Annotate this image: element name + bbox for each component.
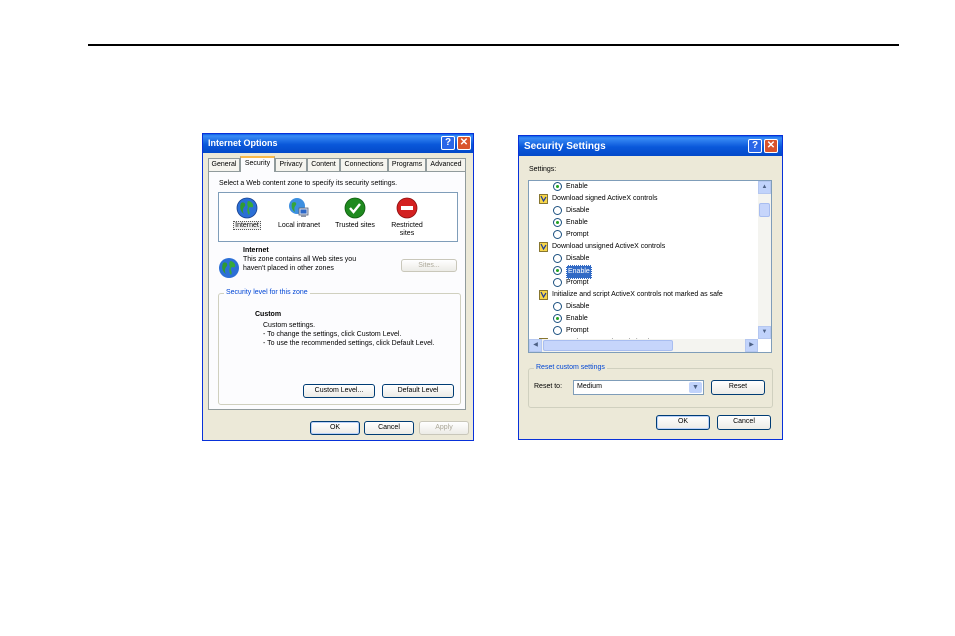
close-button[interactable]: ✕ — [457, 136, 471, 150]
setting-category-label: Initialize and script ActiveX controls n… — [552, 291, 723, 298]
zone-label: Local intranet — [277, 222, 321, 229]
zone-list: Internet Local intranet Trusted sites Re… — [218, 192, 458, 242]
radio-button[interactable] — [553, 302, 562, 311]
radio-button[interactable] — [553, 266, 562, 275]
cancel-button[interactable]: Cancel — [364, 421, 414, 435]
reset-to-value: Medium — [577, 383, 602, 390]
tab-programs[interactable]: Programs — [388, 158, 426, 171]
reset-to-select[interactable]: Medium ▼ — [573, 380, 704, 395]
help-button[interactable]: ? — [748, 139, 762, 153]
scroll-left-button[interactable]: ◀ — [529, 339, 542, 352]
zone-info-line2: haven't placed in other zones — [243, 265, 334, 272]
page-header-rule — [88, 44, 899, 46]
setting-category-icon — [539, 290, 548, 300]
zone-info-name: Internet — [243, 247, 269, 254]
security-level-legend: Security level for this zone — [224, 289, 310, 296]
scroll-thumb[interactable] — [759, 203, 770, 217]
scroll-right-button[interactable]: ▶ — [745, 339, 758, 352]
reset-legend: Reset custom settings — [534, 364, 607, 371]
internet-options-window: Internet Options ? ✕ General Security Pr… — [202, 133, 474, 441]
security-level-group: Security level for this zone Custom Cust… — [218, 289, 461, 405]
level-line-1: Custom settings. — [263, 322, 316, 329]
radio-button[interactable] — [553, 230, 562, 239]
horizontal-scrollbar[interactable]: ◀ ▶ — [529, 339, 758, 352]
sites-button[interactable]: Sites... — [401, 259, 457, 272]
reset-button[interactable]: Reset — [711, 380, 765, 395]
close-button[interactable]: ✕ — [764, 139, 778, 153]
reset-group: Reset custom settings Reset to: Medium ▼… — [528, 364, 773, 408]
cancel-button[interactable]: Cancel — [717, 415, 771, 430]
scroll-down-button[interactable]: ▼ — [758, 326, 771, 339]
internet-options-titlebar[interactable]: Internet Options ? ✕ — [203, 134, 473, 153]
settings-list: Enable Download signed ActiveX controls Di… — [528, 180, 772, 353]
scroll-thumb[interactable] — [543, 340, 673, 351]
setting-category-icon — [539, 242, 548, 252]
setting-option-label: Disable — [566, 255, 590, 262]
default-level-button[interactable]: Default Level — [382, 384, 454, 398]
ok-button[interactable]: OK — [656, 415, 710, 430]
zone-instruction: Select a Web content zone to specify its… — [219, 180, 398, 187]
radio-button[interactable] — [553, 278, 562, 287]
tab-advanced[interactable]: Advanced — [426, 158, 466, 171]
radio-button[interactable] — [553, 326, 562, 335]
setting-option-label: Enable — [566, 183, 588, 190]
radio-button[interactable] — [553, 182, 562, 191]
setting-category-label: Download unsigned ActiveX controls — [552, 243, 666, 250]
setting-option-label: Prompt — [566, 279, 589, 286]
security-settings-window: Security Settings ? ✕ Settings: Enable Do… — [518, 135, 783, 440]
radio-button[interactable] — [553, 206, 562, 215]
tab-connections[interactable]: Connections — [340, 158, 388, 171]
setting-category-label: Download signed ActiveX controls — [552, 195, 658, 202]
security-tab-panel: Select a Web content zone to specify its… — [208, 171, 466, 410]
level-title: Custom — [255, 311, 282, 318]
zone-label: Internet — [233, 221, 261, 230]
setting-option-label: Enable — [566, 219, 588, 226]
globe-icon — [236, 197, 258, 219]
globe-icon — [219, 258, 239, 278]
window-title: Security Settings — [524, 141, 606, 152]
intranet-icon — [289, 198, 309, 217]
zone-label: Trusted sites — [335, 222, 375, 229]
setting-option-label: Prompt — [566, 327, 589, 334]
security-settings-titlebar[interactable]: Security Settings ? ✕ — [519, 136, 782, 156]
setting-option-label: Disable — [566, 207, 590, 214]
setting-option-label: Disable — [566, 303, 590, 310]
radio-button[interactable] — [553, 254, 562, 263]
radio-button[interactable] — [553, 218, 562, 227]
level-line-2: - To change the settings, click Custom L… — [263, 331, 402, 338]
restricted-icon — [396, 197, 418, 219]
zone-info-line1: This zone contains all Web sites you — [243, 256, 357, 263]
scroll-up-button[interactable]: ▲ — [758, 181, 771, 194]
chevron-down-icon[interactable]: ▼ — [689, 382, 702, 393]
window-title: Internet Options — [208, 138, 278, 148]
vertical-scrollbar[interactable]: ▲ ▼ — [758, 181, 771, 339]
tab-general[interactable]: General — [208, 158, 240, 171]
tab-content[interactable]: Content — [307, 158, 340, 171]
zone-label: Restricted sites — [391, 222, 423, 237]
checkmark-icon — [344, 197, 366, 219]
setting-option-label: Prompt — [566, 231, 589, 238]
ok-button[interactable]: OK — [310, 421, 360, 435]
setting-option-label: Enable — [566, 315, 588, 322]
settings-label: Settings: — [529, 166, 557, 173]
tab-privacy[interactable]: Privacy — [275, 158, 307, 171]
custom-level-button[interactable]: Custom Level... — [303, 384, 375, 398]
apply-button[interactable]: Apply — [419, 421, 469, 435]
radio-button[interactable] — [553, 314, 562, 323]
tab-security[interactable]: Security — [240, 156, 275, 172]
level-line-3: - To use the recommended settings, click… — [263, 340, 435, 347]
help-button[interactable]: ? — [441, 136, 455, 150]
setting-category-icon — [539, 194, 548, 204]
reset-to-label: Reset to: — [534, 383, 563, 390]
